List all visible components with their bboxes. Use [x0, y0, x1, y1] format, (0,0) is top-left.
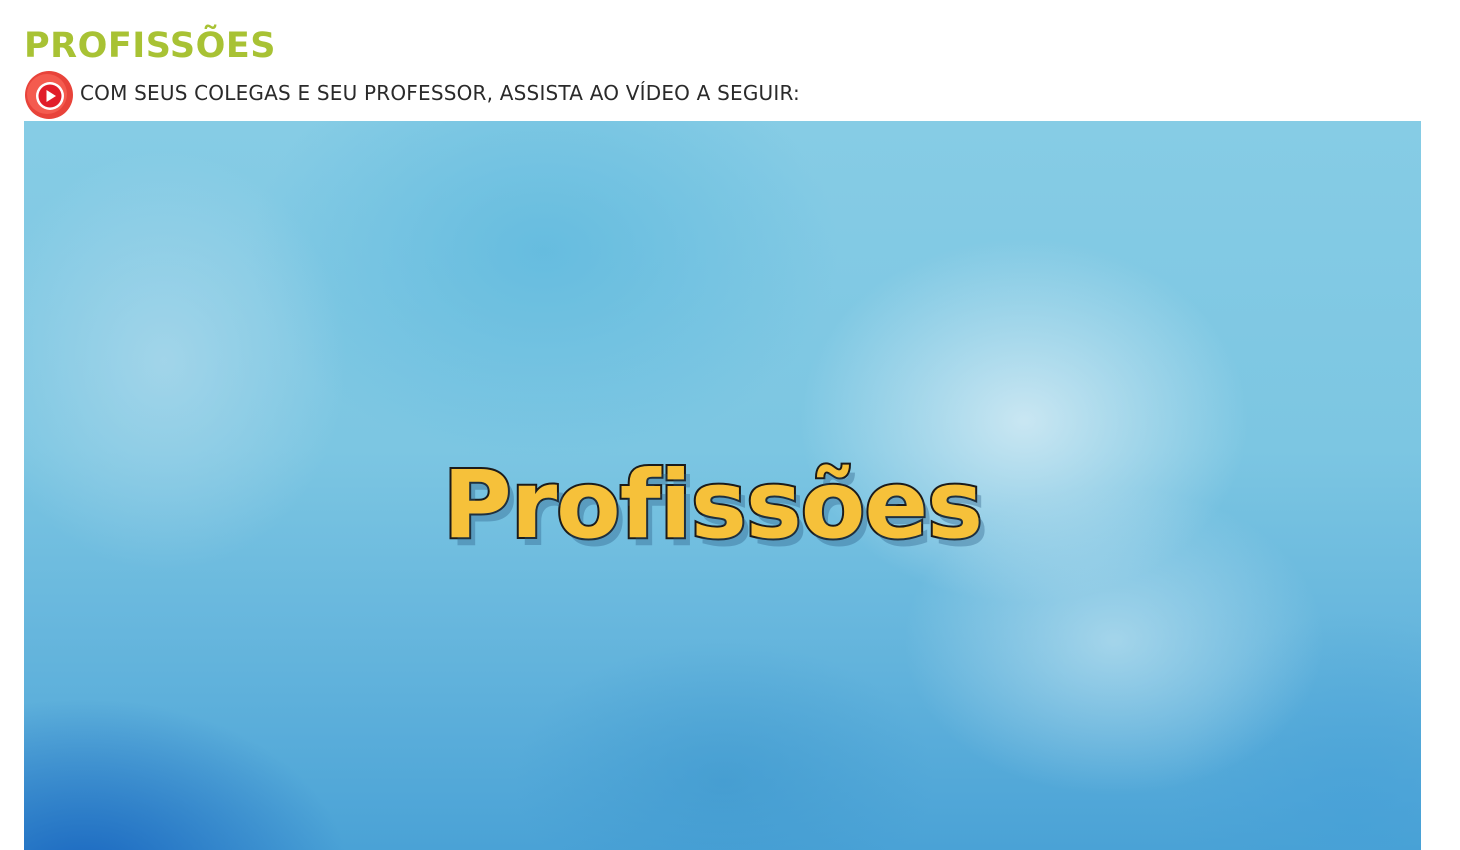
- video-thumbnail-title: Profissões: [441, 449, 985, 562]
- play-icon: [24, 70, 74, 120]
- instruction-row: COM SEUS COLEGAS E SEU PROFESSOR, ASSIST…: [24, 70, 800, 120]
- video-player[interactable]: Profissões: [24, 121, 1421, 850]
- instruction-text: COM SEUS COLEGAS E SEU PROFESSOR, ASSIST…: [80, 81, 800, 105]
- page-title: PROFISSÕES: [24, 26, 276, 66]
- lesson-page: PROFISSÕES COM SEUS COLEGAS E SEU PROFES…: [0, 0, 1460, 850]
